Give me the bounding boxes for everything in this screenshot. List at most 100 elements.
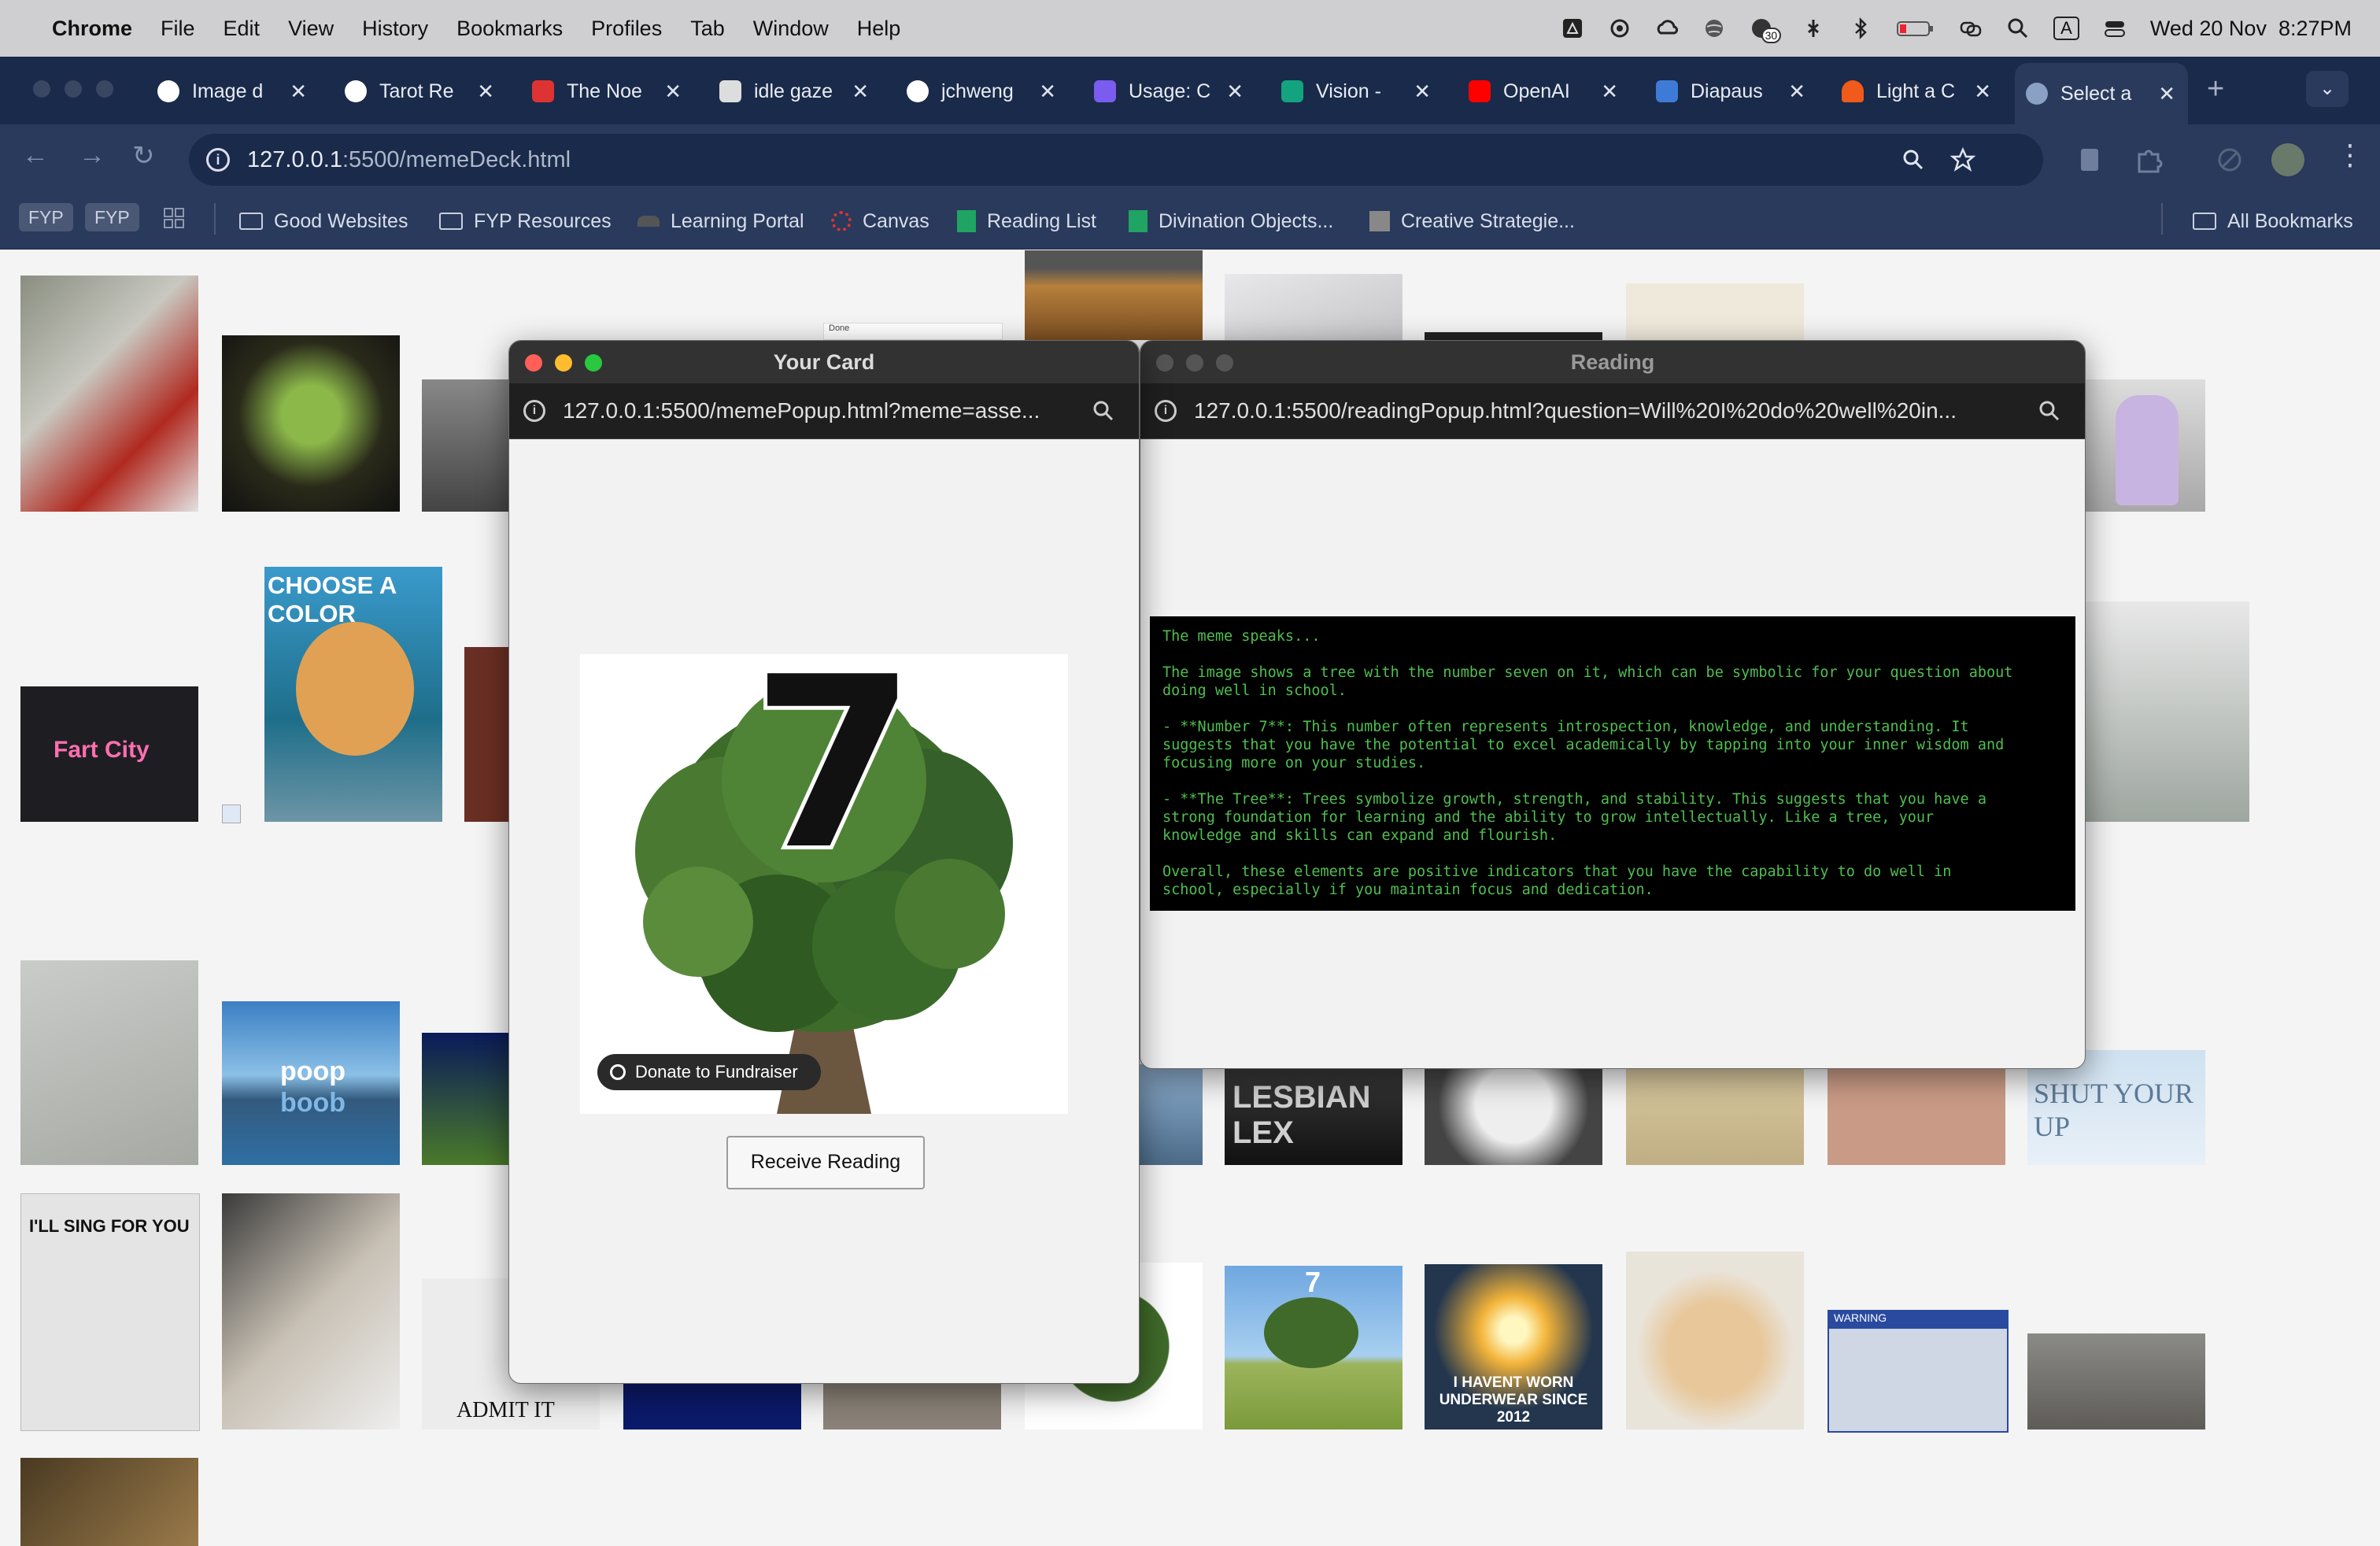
bookmark-reading-list[interactable]: Reading List [957,203,1096,239]
meme-card-rabbit[interactable] [422,1033,508,1165]
close-icon[interactable]: ✕ [1788,80,1805,104]
card-popup-url-bar[interactable]: i 127.0.0.1:5500/memePopup.html?meme=ass… [509,383,1139,439]
zoom-icon[interactable] [1901,148,1925,172]
address-bar[interactable]: i 127.0.0.1:5500/memeDeck.html [189,134,2043,186]
bookmark-creative-strategies[interactable]: Creative Strategie... [1369,203,1575,239]
meme-card-partial[interactable] [422,379,508,512]
globe-status-icon[interactable] [1702,17,1726,40]
menu-bookmarks[interactable]: Bookmarks [456,17,563,41]
meme-card-room[interactable] [823,1381,1001,1429]
meme-card-beige[interactable] [1626,283,1804,340]
menu-file[interactable]: File [161,17,195,41]
drive-icon[interactable] [1561,17,1584,40]
site-info-icon[interactable]: i [1155,400,1177,422]
meme-card-tree-7[interactable]: 7 [1225,1266,1402,1429]
meme-card-cat[interactable] [1626,1064,1804,1165]
extensions-icon[interactable] [2134,145,2163,173]
tab-diapause[interactable]: Diapaus ✕ [1656,69,1805,113]
donate-button[interactable]: Donate to Fundraiser [597,1054,821,1090]
close-icon[interactable]: ✕ [664,80,682,104]
bookmark-learning-portal[interactable]: Learning Portal [638,203,804,239]
fan-icon[interactable] [1802,17,1825,40]
menubar-clock[interactable]: Wed 20 Nov 8:27PM [2150,17,2352,41]
meme-card-fart-city[interactable]: Fart City [20,686,198,822]
menu-window[interactable]: Window [753,17,829,41]
meme-card-shoe-toilet[interactable] [1425,1064,1602,1165]
tab-select-active[interactable]: Select a ✕ [2015,63,2188,124]
extension-disabled-icon[interactable] [2216,146,2243,173]
bookmark-canvas[interactable]: Canvas [831,203,929,239]
cloud-sync-icon[interactable] [1655,17,1679,40]
window-minimize-button[interactable] [65,80,82,98]
meme-card-choose-a-color[interactable]: CHOOSE A COLOR [264,567,442,822]
close-icon[interactable]: ✕ [1974,80,1991,104]
reading-popup-url-bar[interactable]: i 127.0.0.1:5500/readingPopup.html?quest… [1140,383,2085,439]
menu-edit[interactable]: Edit [224,17,261,41]
meme-card-bread-stack[interactable] [1025,250,1203,340]
search-icon[interactable] [2006,17,2030,40]
site-info-icon[interactable]: i [206,148,230,172]
menu-app-chrome[interactable]: Chrome [52,17,132,41]
site-info-icon[interactable]: i [523,400,545,422]
input-source-icon[interactable]: A [2053,17,2079,40]
new-tab-icon[interactable]: + [2207,72,2224,106]
meme-card-blue[interactable] [623,1381,801,1429]
meme-card-lesbian-lex[interactable]: LESBIAN LEX [1225,1064,1402,1165]
bookmark-all-bookmarks[interactable]: All Bookmarks [2193,203,2353,239]
meme-card-warning-fish[interactable]: WARNING [1828,1310,2009,1433]
meme-card-car-drink[interactable] [222,1193,400,1429]
tab-github[interactable]: jchweng ✕ [907,69,1056,113]
receive-reading-button[interactable]: Receive Reading [726,1136,925,1189]
meme-card-green-figure[interactable] [222,335,400,512]
meme-card-partial-brown[interactable] [464,647,508,822]
menu-view[interactable]: View [288,17,334,41]
meme-card-gray[interactable] [1225,274,1402,340]
card-popup-url[interactable]: 127.0.0.1:5500/memePopup.html?meme=asse.… [563,398,1066,423]
tab-noe[interactable]: The Noe ✕ [532,69,682,113]
popup-minimize-button[interactable] [1186,354,1203,372]
close-icon[interactable]: ✕ [290,80,307,104]
apps-grid-icon[interactable] [162,206,186,230]
forward-arrow-icon[interactable]: → [79,140,105,171]
tab-search-chevron-icon[interactable]: ⌄ [2306,71,2349,107]
meme-card-dark[interactable] [1425,332,1602,340]
meme-card-dress[interactable] [2084,379,2205,512]
meme-card-flood[interactable] [2027,1333,2205,1429]
openai-status-icon[interactable] [1608,17,1632,40]
profile-avatar[interactable] [2271,143,2304,176]
notification-badge[interactable]: 30 [1750,17,1782,43]
meme-card-poop-boob[interactable]: poop boob [222,1001,400,1165]
meme-card-image[interactable]: 7 Donate to Fundraiser [580,654,1068,1114]
tab-idle-gaze[interactable]: idle gaze ✕ [719,69,869,113]
popup-close-button[interactable] [1156,354,1173,372]
battery-icon[interactable] [1896,17,1935,40]
popup-minimize-button[interactable] [555,354,572,372]
meme-card-underwear[interactable]: I HAVENT WORN UNDERWEAR SINCE 2012 [1425,1264,1602,1429]
bookmark-star-icon[interactable] [1950,147,1975,172]
popup-close-button[interactable] [525,354,542,372]
meme-card-sing-for-you[interactable]: I'LL SING FOR YOU [20,1193,200,1431]
menu-profiles[interactable]: Profiles [591,17,662,41]
meme-card-toilets[interactable] [2084,601,2249,822]
close-icon[interactable]: ✕ [1601,80,1618,104]
reading-mode-icon[interactable] [2078,146,2101,173]
window-zoom-button[interactable] [96,80,113,98]
tab-light-a-candle[interactable]: Light a C ✕ [1842,69,1991,113]
tab-tarot[interactable]: Tarot Re ✕ [345,69,494,113]
screen-mirror-icon[interactable] [1959,17,1983,40]
zoom-icon[interactable] [1092,399,1115,423]
meme-card-aliens[interactable] [20,276,198,512]
bookmark-chip-fyp[interactable]: FYP [19,203,73,231]
close-icon[interactable]: ✕ [2158,82,2175,106]
tab-vision[interactable]: Vision - ✕ [1281,69,1431,113]
meme-card-wood[interactable] [20,1458,198,1546]
reload-icon[interactable]: ↻ [132,140,155,172]
bookmark-fyp-resources[interactable]: FYP Resources [439,203,612,239]
menu-help[interactable]: Help [857,17,901,41]
address-url[interactable]: 127.0.0.1:5500/memeDeck.html [247,147,571,173]
close-icon[interactable]: ✕ [477,80,494,104]
meme-card-sandwich[interactable] [1626,1252,1804,1429]
meme-card-done[interactable]: Done [823,323,1003,340]
meme-card-partial-sea[interactable] [1136,1064,1203,1165]
close-icon[interactable]: ✕ [1039,80,1056,104]
